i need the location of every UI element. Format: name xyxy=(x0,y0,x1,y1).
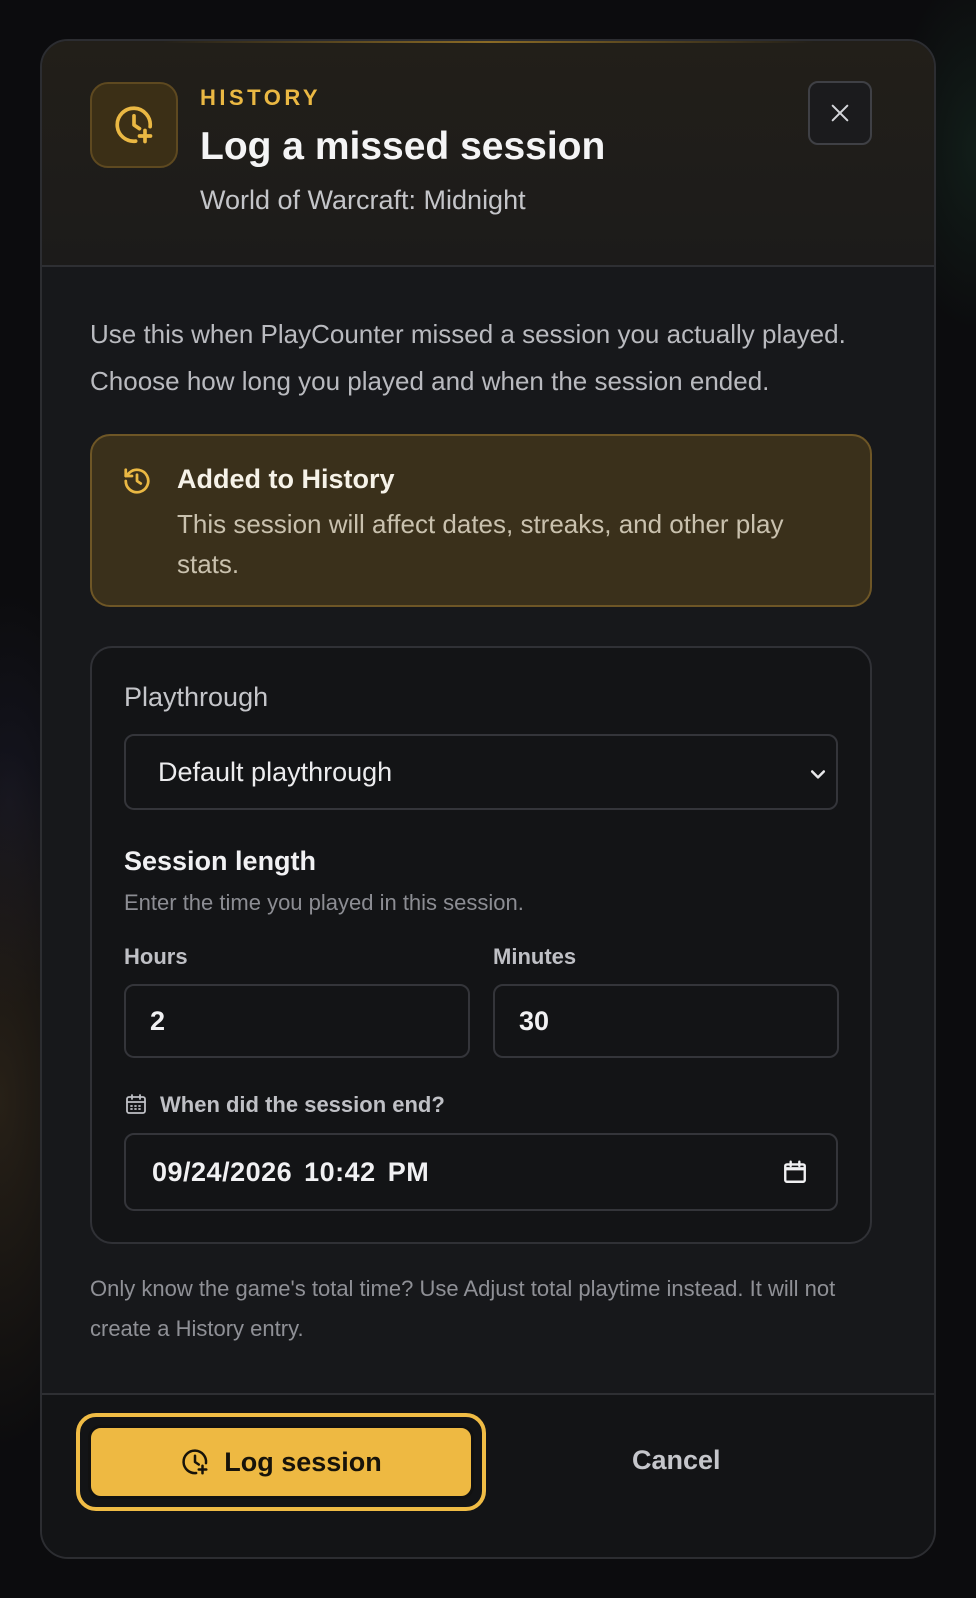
dialog-title: Log a missed session xyxy=(200,125,606,168)
minutes-label: Minutes xyxy=(493,944,577,969)
chevron-down-icon xyxy=(810,770,826,779)
hours-input[interactable]: 2 xyxy=(124,984,470,1058)
intro-text: Use this when PlayCounter missed a sessi… xyxy=(90,319,846,396)
dialog-footer: Log session Cancel xyxy=(42,1393,934,1557)
notice-title: Added to History xyxy=(177,464,395,494)
dialog-header: HISTORY Log a missed session World of Wa… xyxy=(42,41,934,267)
history-notice: Added to History This session will affec… xyxy=(90,434,872,607)
close-button[interactable] xyxy=(808,81,872,145)
playthrough-label: Playthrough xyxy=(124,682,269,712)
notice-text: This session will affect dates, streaks,… xyxy=(177,509,784,579)
session-end-label: When did the session end? xyxy=(160,1092,445,1117)
dialog-eyebrow: HISTORY xyxy=(200,85,322,110)
minutes-input[interactable]: 30 xyxy=(493,984,839,1058)
calendar-icon xyxy=(126,1094,146,1114)
log-session-button[interactable]: Log session xyxy=(88,1425,474,1499)
session-length-hint: Enter the time you played in this sessio… xyxy=(124,890,524,915)
session-length-title: Session length xyxy=(124,846,317,876)
session-end-datetime-input[interactable]: 09/24/2026 10:42 PM xyxy=(124,1133,838,1211)
calendar-picker-icon[interactable] xyxy=(782,1159,808,1185)
log-session-label: Log session xyxy=(224,1446,382,1477)
clock-plus-icon xyxy=(90,82,178,168)
clock-plus-icon xyxy=(182,1449,208,1475)
footnote-text: Only know the game's total time? Use Adj… xyxy=(90,1276,836,1341)
session-form: Playthrough Default playthrough Session … xyxy=(90,646,872,1244)
hours-label: Hours xyxy=(124,944,188,969)
history-icon xyxy=(124,468,150,494)
cancel-button[interactable]: Cancel xyxy=(632,1445,721,1476)
log-session-dialog: HISTORY Log a missed session World of Wa… xyxy=(40,39,936,1559)
playthrough-select[interactable]: Default playthrough xyxy=(124,734,838,810)
session-end-value: 09/24/2026 10:42 PM xyxy=(152,1157,430,1187)
close-icon xyxy=(831,104,849,122)
playthrough-selected-value: Default playthrough xyxy=(158,757,393,787)
dialog-subtitle: World of Warcraft: Midnight xyxy=(200,185,526,215)
